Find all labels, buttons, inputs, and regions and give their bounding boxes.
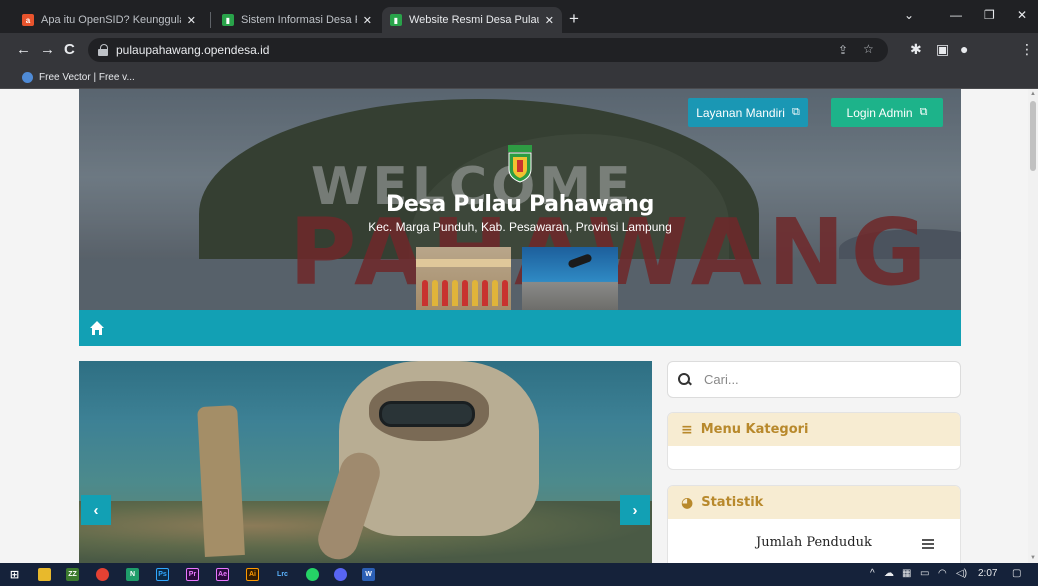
tab-close-icon[interactable]: ✕ <box>363 14 372 27</box>
app-icon[interactable]: N <box>126 568 139 581</box>
slider-rock <box>197 405 245 557</box>
chart-menu-icon[interactable] <box>922 539 934 549</box>
menu-kebab-icon[interactable]: ⋮ <box>1020 41 1034 58</box>
banner-photo-diver <box>522 247 618 310</box>
bookmark-star-icon[interactable]: ☆ <box>863 42 874 56</box>
audition-icon[interactable]: Ae <box>216 568 229 581</box>
header-banner: WELCOME PAHAWANG Layanan Mandiri ⧉ Login… <box>79 89 961 310</box>
tab-separator <box>210 12 211 28</box>
village-logo-icon <box>508 145 532 183</box>
clock-time[interactable]: 2:07 <box>978 568 997 579</box>
scrollbar-thumb[interactable] <box>1030 101 1036 171</box>
extensions-icon[interactable]: ✱ <box>910 41 922 58</box>
scroll-down-icon[interactable]: ▼ <box>1030 555 1036 561</box>
side-panel-icon[interactable]: ▣ <box>936 41 949 58</box>
image-slider: ‹ › <box>79 361 652 563</box>
file-explorer-icon[interactable] <box>38 568 51 581</box>
main-navbar <box>79 310 961 346</box>
page-container: WELCOME PAHAWANG Layanan Mandiri ⧉ Login… <box>79 89 961 563</box>
search-box <box>667 361 961 398</box>
scroll-up-icon[interactable]: ▲ <box>1030 91 1036 97</box>
wifi-icon[interactable]: ◠ <box>938 568 947 579</box>
tab-sistem-informasi[interactable]: ▮ Sistem Informasi Desa Pulau Pahawang ✕ <box>214 7 380 33</box>
page-scrollbar[interactable]: ▲ ▼ <box>1028 89 1038 563</box>
login-admin-label: Login Admin <box>846 105 913 120</box>
external-link-icon: ⧉ <box>791 106 800 118</box>
battery-icon[interactable]: ▭ <box>920 568 929 579</box>
external-link-icon: ⧉ <box>919 106 928 118</box>
url-text: pulaupahawang.opendesa.id <box>116 43 270 57</box>
reload-icon[interactable]: C <box>64 42 75 57</box>
lightroom-icon[interactable]: Lrc <box>276 568 289 581</box>
menu-kategori-widget: ≡ Menu Kategori <box>667 412 961 470</box>
close-window-icon[interactable]: ✕ <box>1017 8 1027 22</box>
lock-icon[interactable] <box>98 44 108 56</box>
volume-icon[interactable]: ◁) <box>956 568 967 579</box>
tab-close-icon[interactable]: ✕ <box>187 14 196 27</box>
tray-app-icon[interactable]: ▦ <box>902 568 911 579</box>
tray-expand-icon[interactable]: ^ <box>870 568 875 579</box>
whatsapp-icon[interactable] <box>306 568 319 581</box>
search-input[interactable] <box>704 372 944 387</box>
bookmark-favicon-icon <box>22 72 33 83</box>
back-icon[interactable]: ← <box>16 42 31 57</box>
discord-icon[interactable] <box>334 568 347 581</box>
forward-icon[interactable]: → <box>40 42 55 57</box>
premiere-icon[interactable]: Pr <box>186 568 199 581</box>
new-tab-icon[interactable]: + <box>569 10 579 27</box>
slider-prev-button[interactable]: ‹ <box>81 495 111 525</box>
bookmark-item[interactable]: Free Vector | Free v... <box>39 72 135 83</box>
photoshop-icon[interactable]: Ps <box>156 568 169 581</box>
layanan-mandiri-button[interactable]: Layanan Mandiri ⧉ <box>688 98 808 127</box>
widget-header: ≡ Menu Kategori <box>668 413 960 446</box>
tab-favicon: ▮ <box>390 14 402 26</box>
site-subtitle: Kec. Marga Punduh, Kab. Pesawaran, Provi… <box>368 220 672 234</box>
cloud-icon[interactable]: ☁ <box>884 568 894 579</box>
bookmarks-bar: Free Vector | Free v... <box>0 67 1038 89</box>
tab-title: Website Resmi Desa Pulau Pahawang <box>409 14 539 26</box>
notification-icon[interactable]: ▢ <box>1012 568 1021 579</box>
banner-photo-dancers <box>416 247 511 310</box>
page-viewport: WELCOME PAHAWANG Layanan Mandiri ⧉ Login… <box>0 89 1028 563</box>
tab-title: Apa itu OpenSID? Keunggulan dan <box>41 14 181 26</box>
profile-avatar-icon[interactable]: ● <box>960 41 968 57</box>
tab-close-icon[interactable]: ✕ <box>545 14 554 27</box>
login-admin-button[interactable]: Login Admin ⧉ <box>831 98 943 127</box>
tab-search-icon[interactable]: ⌄ <box>904 8 914 22</box>
statistik-body: Jumlah Penduduk <box>668 519 960 563</box>
tab-favicon: ▮ <box>222 14 234 26</box>
browser-toolbar: ← → C pulaupahawang.opendesa.id ⇪ ☆ ✱ ▣ … <box>0 33 1038 67</box>
tab-title: Sistem Informasi Desa Pulau Pahawang <box>241 14 357 26</box>
windows-start-icon[interactable]: ⊞ <box>8 568 21 581</box>
illustrator-icon[interactable]: Ai <box>246 568 259 581</box>
restore-icon[interactable]: ❐ <box>984 8 995 22</box>
widget-title: Menu Kategori <box>700 422 809 437</box>
statistik-widget: ◕ Statistik Jumlah Penduduk <box>667 485 961 563</box>
chrome-icon[interactable] <box>96 568 109 581</box>
statistik-chart-title: Jumlah Penduduk <box>756 535 872 550</box>
bars-icon: ≡ <box>681 421 693 438</box>
search-icon <box>678 372 692 387</box>
slider-next-button[interactable]: › <box>620 495 650 525</box>
word-icon[interactable]: W <box>362 568 375 581</box>
browser-tabstrip: a Apa itu OpenSID? Keunggulan dan ✕ ▮ Si… <box>0 0 1038 33</box>
tab-website-resmi[interactable]: ▮ Website Resmi Desa Pulau Pahawang ✕ <box>382 7 562 33</box>
home-icon[interactable] <box>89 320 105 336</box>
share-icon[interactable]: ⇪ <box>838 43 848 57</box>
slider-diver-mask <box>379 401 475 427</box>
address-bar[interactable]: pulaupahawang.opendesa.id ⇪ ☆ <box>88 38 888 62</box>
widget-title: Statistik <box>701 495 764 510</box>
widget-header: ◕ Statistik <box>668 486 960 519</box>
minimize-icon[interactable]: — <box>950 8 962 22</box>
tab-favicon: a <box>22 14 34 26</box>
layanan-mandiri-label: Layanan Mandiri <box>696 105 785 120</box>
os-taskbar: ⊞ ZZ N Ps Pr Ae Ai Lrc W ^ ☁ ▦ ▭ ◠ ◁) 2:… <box>0 563 1038 586</box>
site-title: Desa Pulau Pahawang <box>385 192 655 217</box>
app-icon[interactable]: ZZ <box>66 568 79 581</box>
pie-chart-icon: ◕ <box>681 494 694 511</box>
tab-opensid[interactable]: a Apa itu OpenSID? Keunggulan dan ✕ <box>14 7 204 33</box>
